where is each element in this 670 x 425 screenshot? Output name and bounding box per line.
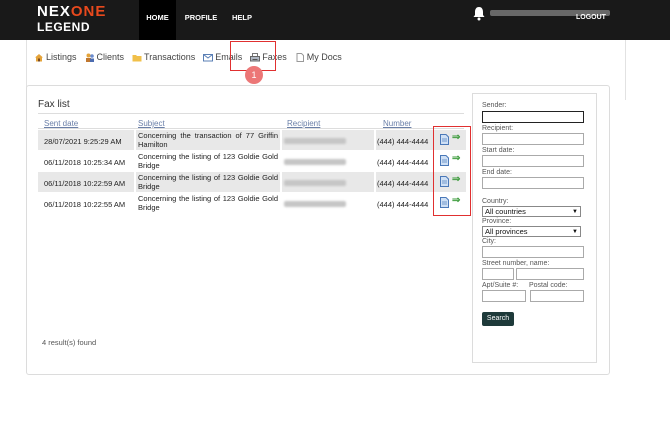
document-icon [296, 52, 304, 62]
section-tabs: Listings Clients Transactions Emails Fax… [34, 50, 342, 64]
logo[interactable]: NEXONE [37, 3, 106, 20]
country-label: Country: [482, 198, 509, 205]
row-recipient-blurred [284, 159, 346, 165]
province-select[interactable]: All provinces ▼ [482, 226, 581, 237]
country-select[interactable]: All countries ▼ [482, 206, 581, 217]
column-number[interactable]: Number [383, 119, 411, 128]
start-date-label: Start date: [482, 147, 515, 154]
province-label: Province: [482, 218, 512, 225]
city-label: City: [482, 238, 496, 245]
tab-clients[interactable]: Clients [85, 50, 124, 64]
street-number-input[interactable] [482, 268, 514, 280]
sender-input[interactable] [482, 111, 584, 123]
city-input[interactable] [482, 246, 584, 258]
row-recipient-blurred [284, 138, 346, 144]
postal-code-label: Postal code: [529, 282, 568, 289]
tab-transactions[interactable]: Transactions [132, 50, 195, 64]
column-recipient[interactable]: Recipient [287, 119, 320, 128]
postal-code-input[interactable] [530, 290, 584, 302]
chevron-down-icon: ▼ [572, 209, 578, 215]
row-number: (444) 444-4444 [377, 158, 429, 167]
tab-listings[interactable]: Listings [34, 50, 77, 64]
row-date: 06/11/2018 10:22:59 AM [44, 179, 126, 188]
row-date: 28/07/2021 9:25:29 AM [44, 137, 122, 146]
row-subject: Concerning the transaction of 77 Griffin… [138, 131, 278, 149]
logo-subtitle: LEGEND [37, 20, 91, 34]
title-divider [38, 113, 464, 114]
row-subject: Concerning the listing of 123 Goldie Gol… [138, 194, 278, 212]
apt-input[interactable] [482, 290, 526, 302]
nav-home[interactable]: HOME [139, 0, 176, 40]
nav-profile[interactable]: PROFILE [180, 0, 222, 40]
sender-label: Sender: [482, 102, 507, 109]
row-date: 06/11/2018 10:25:34 AM [44, 158, 126, 167]
end-date-input[interactable] [482, 177, 584, 189]
row-subject: Concerning the listing of 123 Goldie Gol… [138, 152, 278, 170]
people-icon [85, 53, 94, 62]
search-button[interactable]: Search [482, 312, 514, 326]
folder-icon [132, 54, 142, 61]
end-date-label: End date: [482, 169, 512, 176]
row-subject: Concerning the listing of 123 Goldie Gol… [138, 173, 278, 191]
street-name-input[interactable] [516, 268, 584, 280]
result-count: 4 result(s) found [42, 338, 97, 347]
envelope-icon [203, 53, 214, 61]
row-number: (444) 444-4444 [377, 200, 429, 209]
bell-icon[interactable] [472, 6, 486, 21]
highlight-action-icons [433, 126, 471, 216]
column-sent-date[interactable]: Sent date [44, 119, 78, 128]
header-divider [38, 128, 464, 129]
chevron-down-icon: ▼ [572, 229, 578, 235]
tab-my-docs[interactable]: My Docs [295, 50, 342, 64]
logout-link[interactable]: LOGOUT [576, 14, 606, 21]
row-number: (444) 444-4444 [377, 137, 429, 146]
row-recipient-blurred [284, 180, 346, 186]
nav-help[interactable]: HELP [226, 0, 258, 40]
house-icon [35, 53, 43, 61]
recipient-input[interactable] [482, 133, 584, 145]
row-number: (444) 444-4444 [377, 179, 429, 188]
apt-label: Apt/Suite #: [482, 282, 519, 289]
column-subject[interactable]: Subject [138, 119, 165, 128]
start-date-input[interactable] [482, 155, 584, 167]
fax-list-title: Fax list [38, 99, 70, 110]
row-recipient-blurred [284, 201, 346, 207]
recipient-label: Recipient: [482, 125, 514, 132]
row-date: 06/11/2018 10:22:55 AM [44, 200, 126, 209]
step-marker-1: 1 [245, 66, 263, 84]
street-label: Street number, name: [482, 260, 550, 267]
